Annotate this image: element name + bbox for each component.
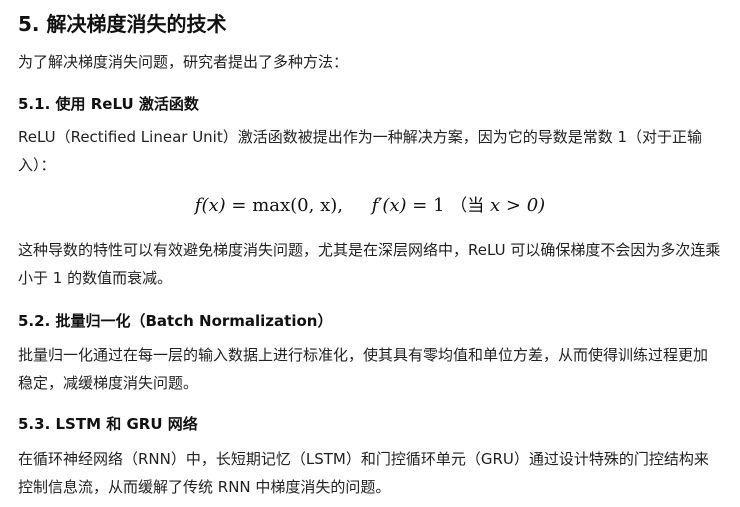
lstm-gru-paragraph: 在循环神经网络（RNN）中，长短期记忆（LSTM）和门控循环单元（GRU）通过设… [18, 450, 709, 496]
relu-formula: f(x) = max(0, x), f′(x) = 1 （当 x > 0) [194, 195, 546, 216]
formula-condition-expr: x > 0) [490, 195, 546, 216]
formula-d-rhs: 1 [433, 195, 445, 216]
subsection-title-batchnorm: 5.2. 批量归一化（Batch Normalization） [18, 312, 333, 330]
document-page: 5. 解决梯度消失的技术 为了解决梯度消失问题，研究者提出了多种方法： 5.1.… [0, 0, 740, 507]
formula-condition-text: （当 [450, 196, 485, 216]
subsection-title-lstm-gru: 5.3. LSTM 和 GRU 网络 [18, 415, 198, 433]
formula-f-rhs: max(0, x), [252, 195, 343, 216]
relu-paragraph-2: 这种导数的特性可以有效避免梯度消失问题，尤其是在深层网络中，ReLU 可以确保梯… [18, 241, 721, 287]
subsection-title-relu: 5.1. 使用 ReLU 激活函数 [18, 95, 199, 113]
formula-d-lhs: f′(x) [371, 195, 407, 216]
batchnorm-paragraph: 批量归一化通过在每一层的输入数据上进行标准化，使其具有零均值和单位方差，从而使得… [18, 346, 709, 392]
relu-paragraph-1: ReLU（Rectified Linear Unit）激活函数被提出作为一种解决… [18, 128, 703, 174]
section-intro: 为了解决梯度消失问题，研究者提出了多种方法： [18, 53, 349, 71]
section-title: 5. 解决梯度消失的技术 [18, 12, 227, 36]
formula-f-lhs: f(x) [194, 195, 226, 216]
